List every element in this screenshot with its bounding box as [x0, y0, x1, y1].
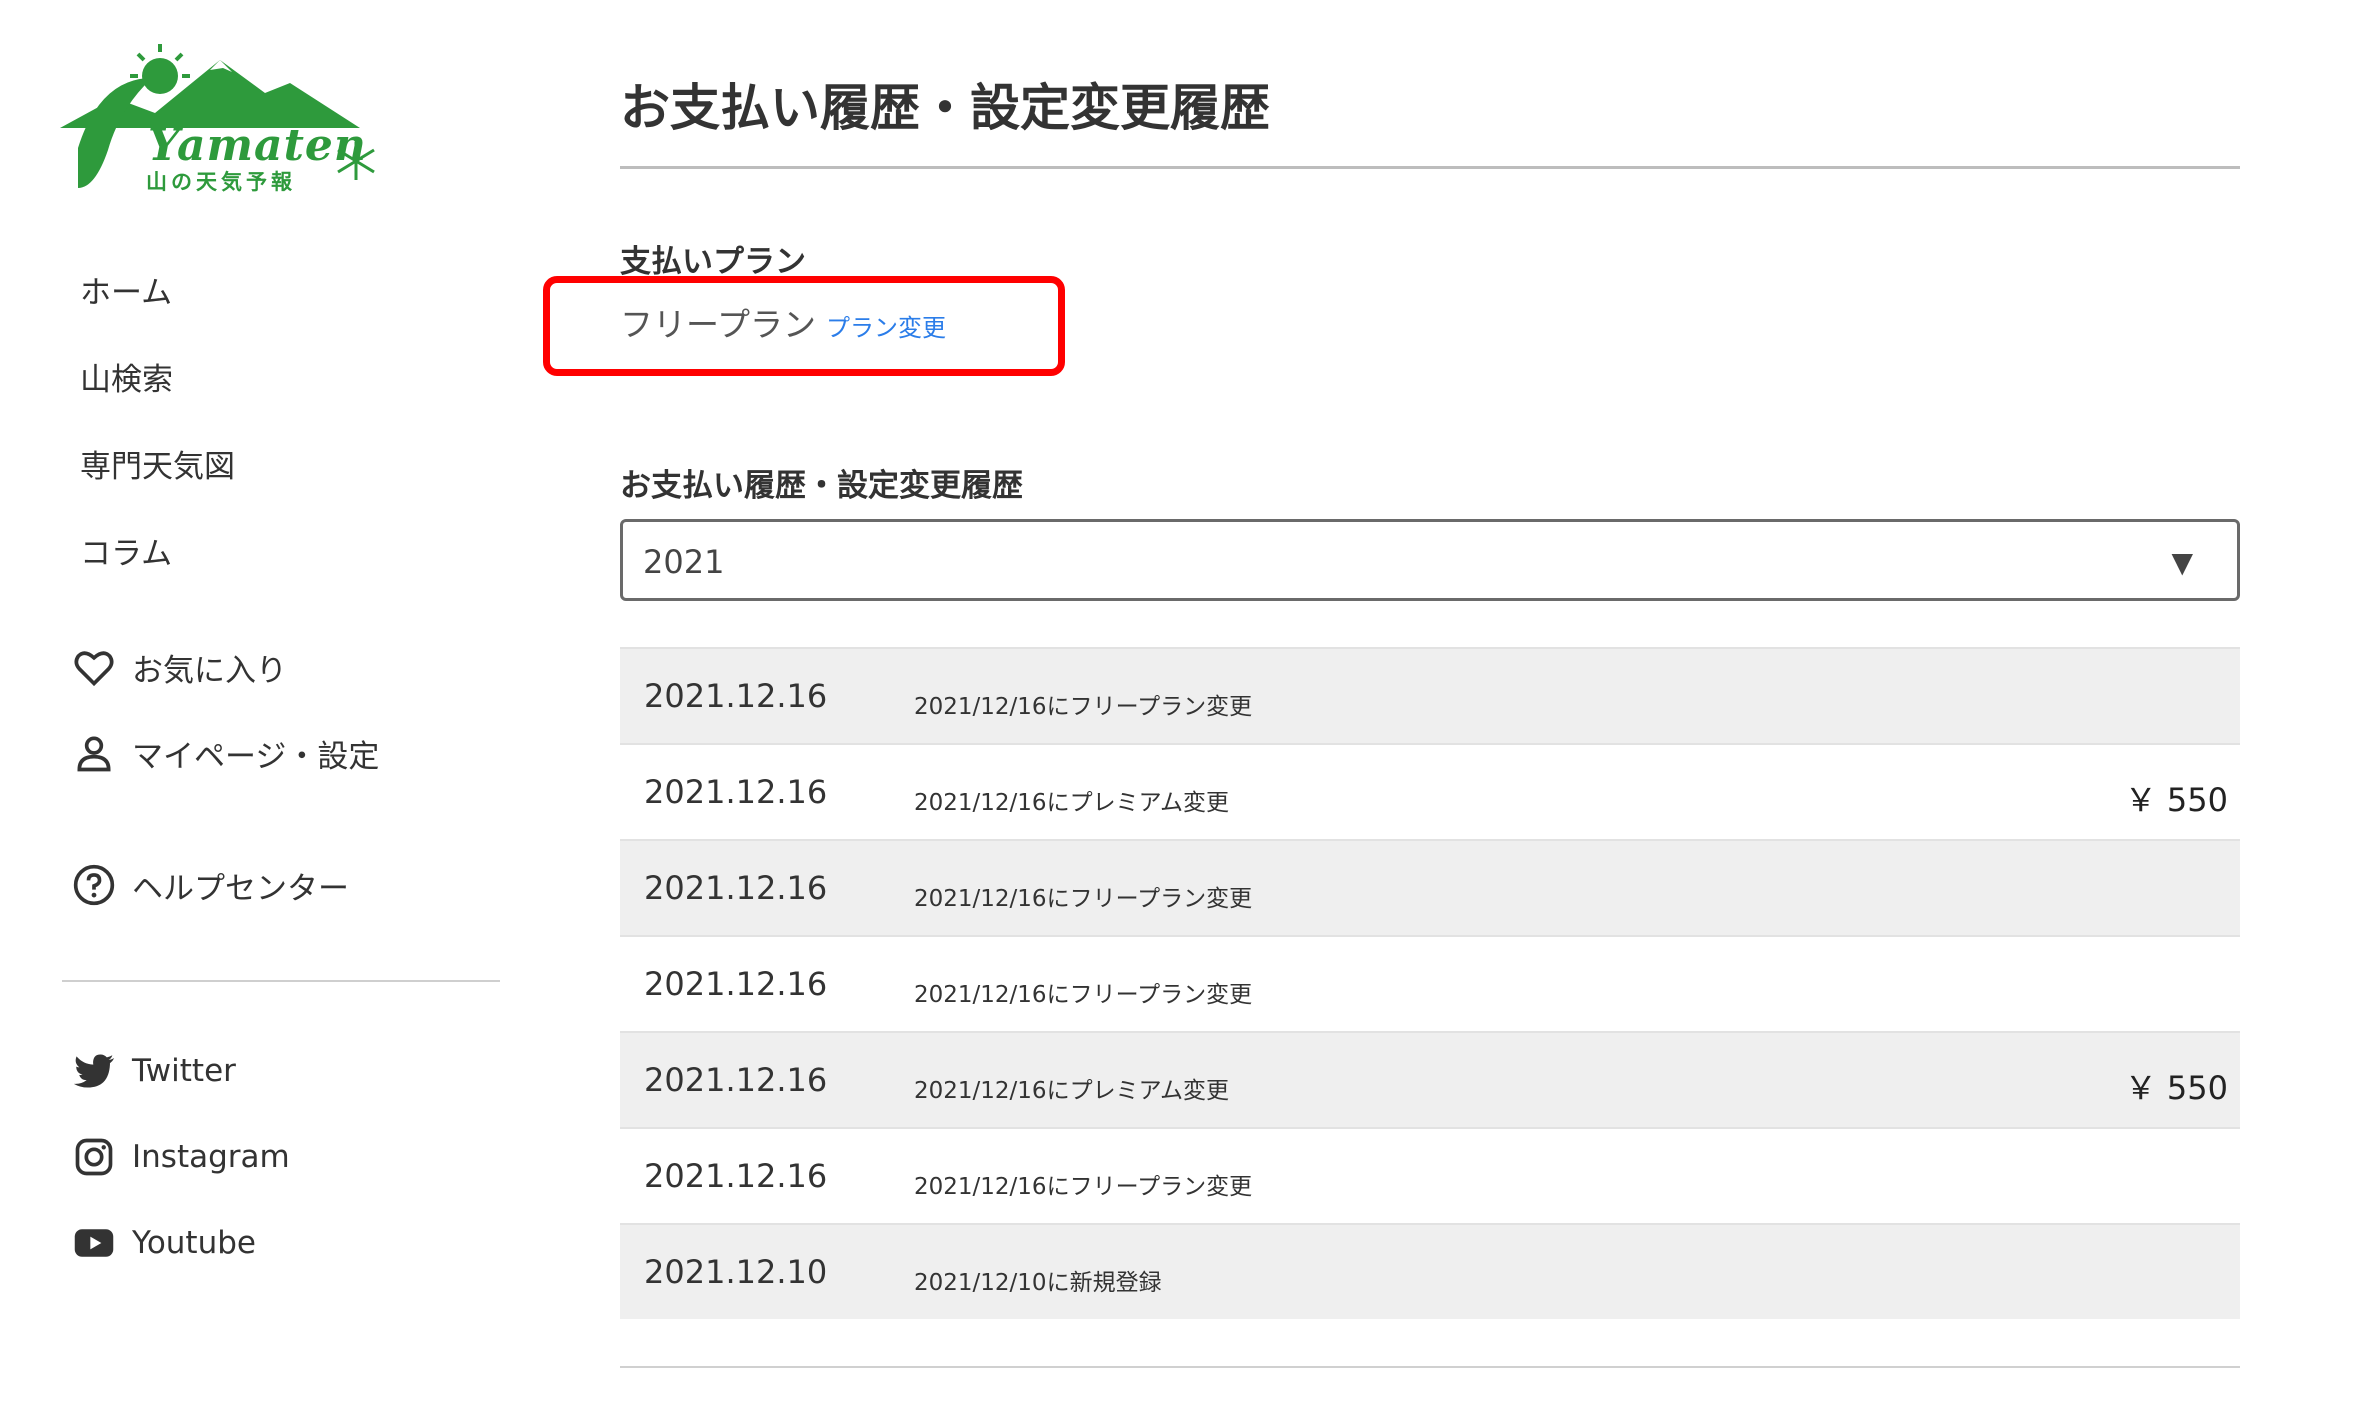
history-row: 2021.12.16 2021/12/16にフリープラン変更 [620, 647, 2240, 743]
sidebar-item-mountain-search[interactable]: 山検索 [80, 355, 440, 442]
history-date: 2021.12.16 [644, 1157, 828, 1195]
history-row: 2021.12.16 2021/12/16にフリープラン変更 [620, 839, 2240, 935]
sidebar-divider [62, 980, 500, 982]
twitter-link[interactable]: Twitter [70, 1044, 236, 1098]
history-date: 2021.12.16 [644, 1061, 828, 1099]
youtube-label: Youtube [132, 1225, 256, 1261]
year-select-value: 2021 [643, 543, 725, 581]
sidebar-item-column[interactable]: コラム [80, 529, 440, 616]
history-description: 2021/12/16にプレミアム変更 [914, 1078, 1229, 1104]
youtube-link[interactable]: Youtube [70, 1216, 256, 1270]
help-center-label: ヘルプセンター [132, 870, 349, 907]
sidebar-nav: ホーム 山検索 専門天気図 コラム [80, 268, 440, 616]
sidebar-item-help-center[interactable]: ヘルプセンター [70, 858, 349, 912]
history-row: 2021.12.10 2021/12/10に新規登録 [620, 1223, 2240, 1319]
logo-subtitle: 山の天気予報 [146, 170, 296, 194]
year-select[interactable]: 2021 ▼ [620, 519, 2240, 601]
youtube-icon [70, 1219, 118, 1267]
history-amount: ￥ 550 [2124, 781, 2228, 819]
history-date: 2021.12.16 [644, 965, 828, 1003]
user-icon [70, 729, 118, 777]
history-description: 2021/12/16にフリープラン変更 [914, 1174, 1253, 1200]
history-description: 2021/12/10に新規登録 [914, 1270, 1162, 1296]
sidebar-item-home[interactable]: ホーム [80, 268, 440, 355]
history-description: 2021/12/16にフリープラン変更 [914, 886, 1253, 912]
history-row: 2021.12.16 2021/12/16にプレミアム変更 ￥ 550 [620, 743, 2240, 839]
title-divider [620, 166, 2240, 169]
favorites-label: お気に入り [132, 652, 287, 689]
page-title: お支払い履歴・設定変更履歴 [620, 79, 1270, 137]
help-circle-icon [70, 861, 118, 909]
dropdown-arrow-icon: ▼ [2171, 546, 2193, 579]
history-description: 2021/12/16にフリープラン変更 [914, 982, 1253, 1008]
twitter-label: Twitter [132, 1053, 236, 1089]
logo-wordmark: Yamaten [148, 120, 367, 171]
twitter-icon [70, 1047, 118, 1095]
history-date: 2021.12.10 [644, 1253, 828, 1291]
history-heading: お支払い履歴・設定変更履歴 [620, 468, 1023, 504]
history-date: 2021.12.16 [644, 869, 828, 907]
history-description: 2021/12/16にフリープラン変更 [914, 694, 1253, 720]
sidebar-item-favorites[interactable]: お気に入り [70, 640, 287, 694]
mypage-label: マイページ・設定 [132, 738, 380, 775]
sidebar-item-weather-charts[interactable]: 専門天気図 [80, 442, 440, 529]
history-row: 2021.12.16 2021/12/16にフリープラン変更 [620, 1127, 2240, 1223]
heart-icon [70, 643, 118, 691]
plan-heading: 支払いプラン [620, 244, 806, 280]
history-date: 2021.12.16 [644, 773, 828, 811]
history-description: 2021/12/16にプレミアム変更 [914, 790, 1229, 816]
history-date: 2021.12.16 [644, 677, 828, 715]
history-row: 2021.12.16 2021/12/16にプレミアム変更 ￥ 550 [620, 1031, 2240, 1127]
instagram-link[interactable]: Instagram [70, 1130, 290, 1184]
plan-highlight-annotation [543, 276, 1065, 376]
history-table: 2021.12.16 2021/12/16にフリープラン変更 2021.12.1… [620, 647, 2240, 1319]
history-amount: ￥ 550 [2124, 1069, 2228, 1107]
page-root: Yamaten 山の天気予報 ホーム 山検索 専門天気図 コラム お気に入り マ… [0, 0, 2354, 1423]
history-row: 2021.12.16 2021/12/16にフリープラン変更 [620, 935, 2240, 1031]
instagram-icon [70, 1133, 118, 1181]
content-bottom-divider [620, 1366, 2240, 1368]
instagram-label: Instagram [132, 1139, 290, 1175]
sidebar-item-mypage[interactable]: マイページ・設定 [70, 726, 379, 780]
yamaten-logo[interactable]: Yamaten 山の天気予報 [60, 38, 390, 196]
